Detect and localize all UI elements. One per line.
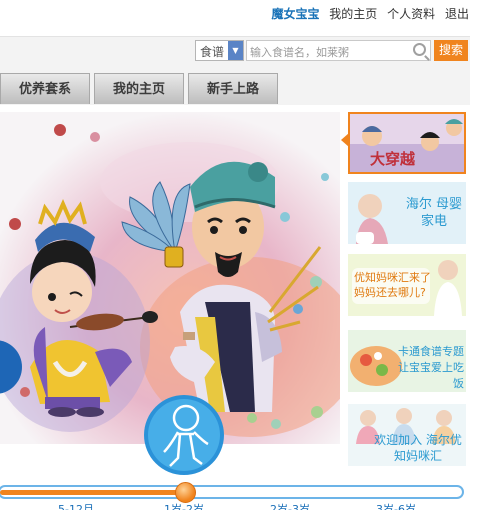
- promo-thumb-join-club[interactable]: 欢迎加入 海尔优知妈咪汇: [348, 404, 466, 466]
- search-bar: 食谱 ▼ 输入食谱名，如莱粥 搜索: [0, 36, 470, 71]
- promo-title-cartoon-recipes: 卡通食谱专题 让宝宝爱上吃饭: [398, 345, 464, 390]
- tab-nutrition-sets[interactable]: 优养套系: [0, 73, 90, 104]
- chevron-down-icon[interactable]: ▼: [228, 41, 243, 60]
- baby-icon: [144, 395, 224, 475]
- age-label-5-12m[interactable]: 5-12月: [58, 501, 94, 510]
- search-category-value: 食谱: [200, 45, 225, 59]
- promo-title-time-travel: 大穿越: [370, 150, 416, 168]
- age-slider-fill: [0, 490, 185, 495]
- user-links: 魔女宝宝 我的主页 个人资料 退出: [265, 5, 469, 22]
- age-slider[interactable]: 5-12月 1岁-2岁 2岁-3岁 3岁-6岁: [0, 481, 466, 510]
- promo-thumb-time-travel[interactable]: 大穿越: [348, 112, 466, 174]
- search-button[interactable]: 搜索: [434, 40, 468, 61]
- age-label-2-3y[interactable]: 2岁-3岁: [270, 501, 310, 510]
- age-label-3-6y[interactable]: 3岁-6岁: [376, 501, 416, 510]
- logout-link[interactable]: 退出: [445, 7, 469, 21]
- search-category-select[interactable]: 食谱 ▼: [195, 40, 244, 61]
- promo-thumb-moms-club[interactable]: 优知妈咪汇来了 妈妈还去哪儿?: [348, 254, 466, 316]
- promo-title-haier: 海尔 母婴家电: [405, 197, 463, 229]
- promo-thumb-cartoon-recipes[interactable]: 卡通食谱专题 让宝宝爱上吃饭: [348, 330, 466, 392]
- search-input[interactable]: 输入食谱名，如莱粥: [246, 40, 431, 61]
- profile-link[interactable]: 个人资料: [387, 7, 435, 21]
- promo-thumb-haier-appliances[interactable]: 海尔 母婴家电: [348, 182, 466, 244]
- promo-title-moms-club: 优知妈咪汇来了 妈妈还去哪儿?: [354, 271, 431, 299]
- user-bar: 魔女宝宝 我的主页 个人资料 退出: [0, 0, 481, 27]
- search-icon[interactable]: [413, 43, 426, 56]
- tab-beginner-guide[interactable]: 新手上路: [188, 73, 278, 104]
- age-label-1-2y[interactable]: 1岁-2岁: [164, 501, 204, 510]
- promo-title-join-club: 欢迎加入 海尔优知妈咪汇: [374, 433, 462, 463]
- age-slider-track[interactable]: [0, 485, 464, 499]
- main-nav: 优养套系 我的主页 新手上路: [0, 71, 470, 105]
- my-home-link[interactable]: 我的主页: [329, 7, 377, 21]
- tab-my-home[interactable]: 我的主页: [94, 73, 184, 104]
- search-placeholder: 输入食谱名，如莱粥: [250, 46, 349, 59]
- age-slider-handle[interactable]: [175, 482, 196, 503]
- username-link[interactable]: 魔女宝宝: [271, 7, 319, 21]
